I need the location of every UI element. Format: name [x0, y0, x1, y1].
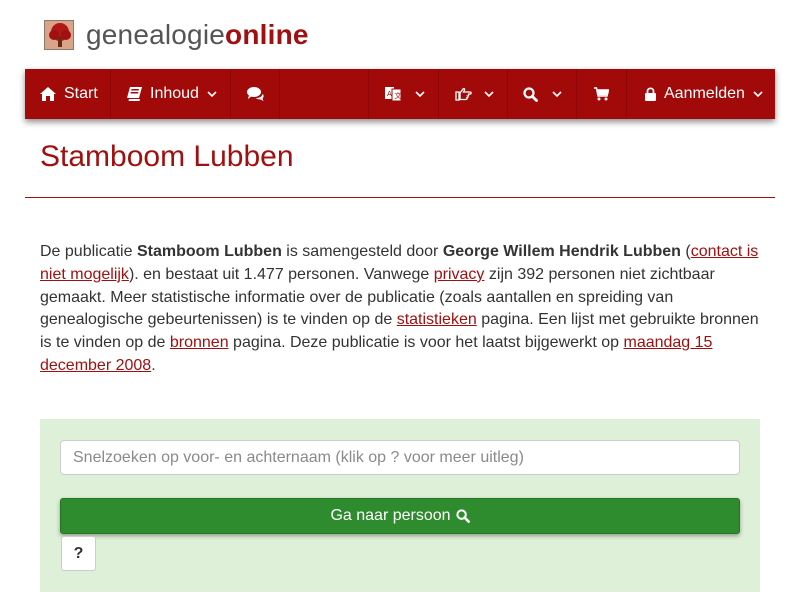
statistics-link[interactable]: statistieken — [397, 311, 477, 328]
quick-search-panel: Ga naar persoon ? — [40, 419, 760, 592]
nav-cart[interactable] — [577, 69, 627, 119]
quick-search-input[interactable] — [60, 440, 740, 475]
book-icon — [127, 87, 142, 101]
hand-point-icon — [455, 87, 472, 101]
title-divider — [25, 197, 775, 198]
sources-link[interactable]: bronnen — [170, 334, 229, 351]
nav-login-label: Aanmelden — [664, 85, 745, 102]
nav-spacer — [280, 69, 369, 119]
svg-text:文: 文 — [395, 91, 402, 100]
nav-tools[interactable] — [439, 69, 508, 119]
svg-text:A: A — [387, 90, 392, 98]
search-icon — [523, 86, 538, 102]
publication-name: Stamboom Lubben — [136, 243, 282, 260]
intro-text: ( — [680, 243, 691, 260]
nav-inhoud-label: Inhoud — [150, 85, 199, 102]
nav-login[interactable]: Aanmelden — [627, 69, 775, 119]
publication-description: De publicatie Stamboom Lubben is samenge… — [40, 241, 765, 378]
nav-start[interactable]: Start — [25, 69, 111, 119]
main-navbar: Start Inhoud A文 Aanmelden — [25, 69, 775, 119]
chat-icon — [246, 87, 264, 101]
intro-text: ). en bestaat uit 1.477 personen. Vanweg… — [128, 265, 434, 283]
nav-start-label: Start — [64, 85, 98, 102]
language-icon: A文 — [385, 87, 402, 102]
nav-search[interactable] — [508, 69, 577, 119]
intro-text: De publicatie — [40, 243, 137, 260]
page-title: Stamboom Lubben — [40, 140, 294, 173]
intro-text: pagina. Deze publicatie is voor het laat… — [228, 334, 624, 352]
author-name: George Willem Hendrik Lubben — [442, 243, 681, 260]
cart-icon — [594, 87, 609, 101]
tree-logo-icon — [44, 20, 74, 50]
chevron-down-icon — [415, 90, 425, 97]
lock-icon — [645, 87, 656, 101]
privacy-link[interactable]: privacy — [434, 266, 485, 283]
go-to-person-button[interactable]: Ga naar persoon — [60, 498, 740, 534]
intro-text: . — [151, 356, 156, 374]
intro-text: is samengesteld door — [281, 243, 443, 260]
site-logo[interactable]: genealogieonline — [44, 18, 309, 52]
nav-language[interactable]: A文 — [369, 69, 439, 119]
chevron-down-icon — [753, 90, 763, 97]
chevron-down-icon — [552, 90, 562, 97]
chevron-down-icon — [207, 90, 217, 97]
search-icon — [455, 509, 470, 523]
nav-forum[interactable] — [231, 69, 280, 119]
search-help-button[interactable]: ? — [61, 536, 96, 571]
go-to-person-label: Ga naar persoon — [330, 507, 451, 524]
home-icon — [40, 87, 56, 101]
site-name: genealogieonline — [86, 19, 309, 50]
nav-inhoud[interactable]: Inhoud — [111, 69, 231, 119]
chevron-down-icon — [484, 90, 494, 97]
